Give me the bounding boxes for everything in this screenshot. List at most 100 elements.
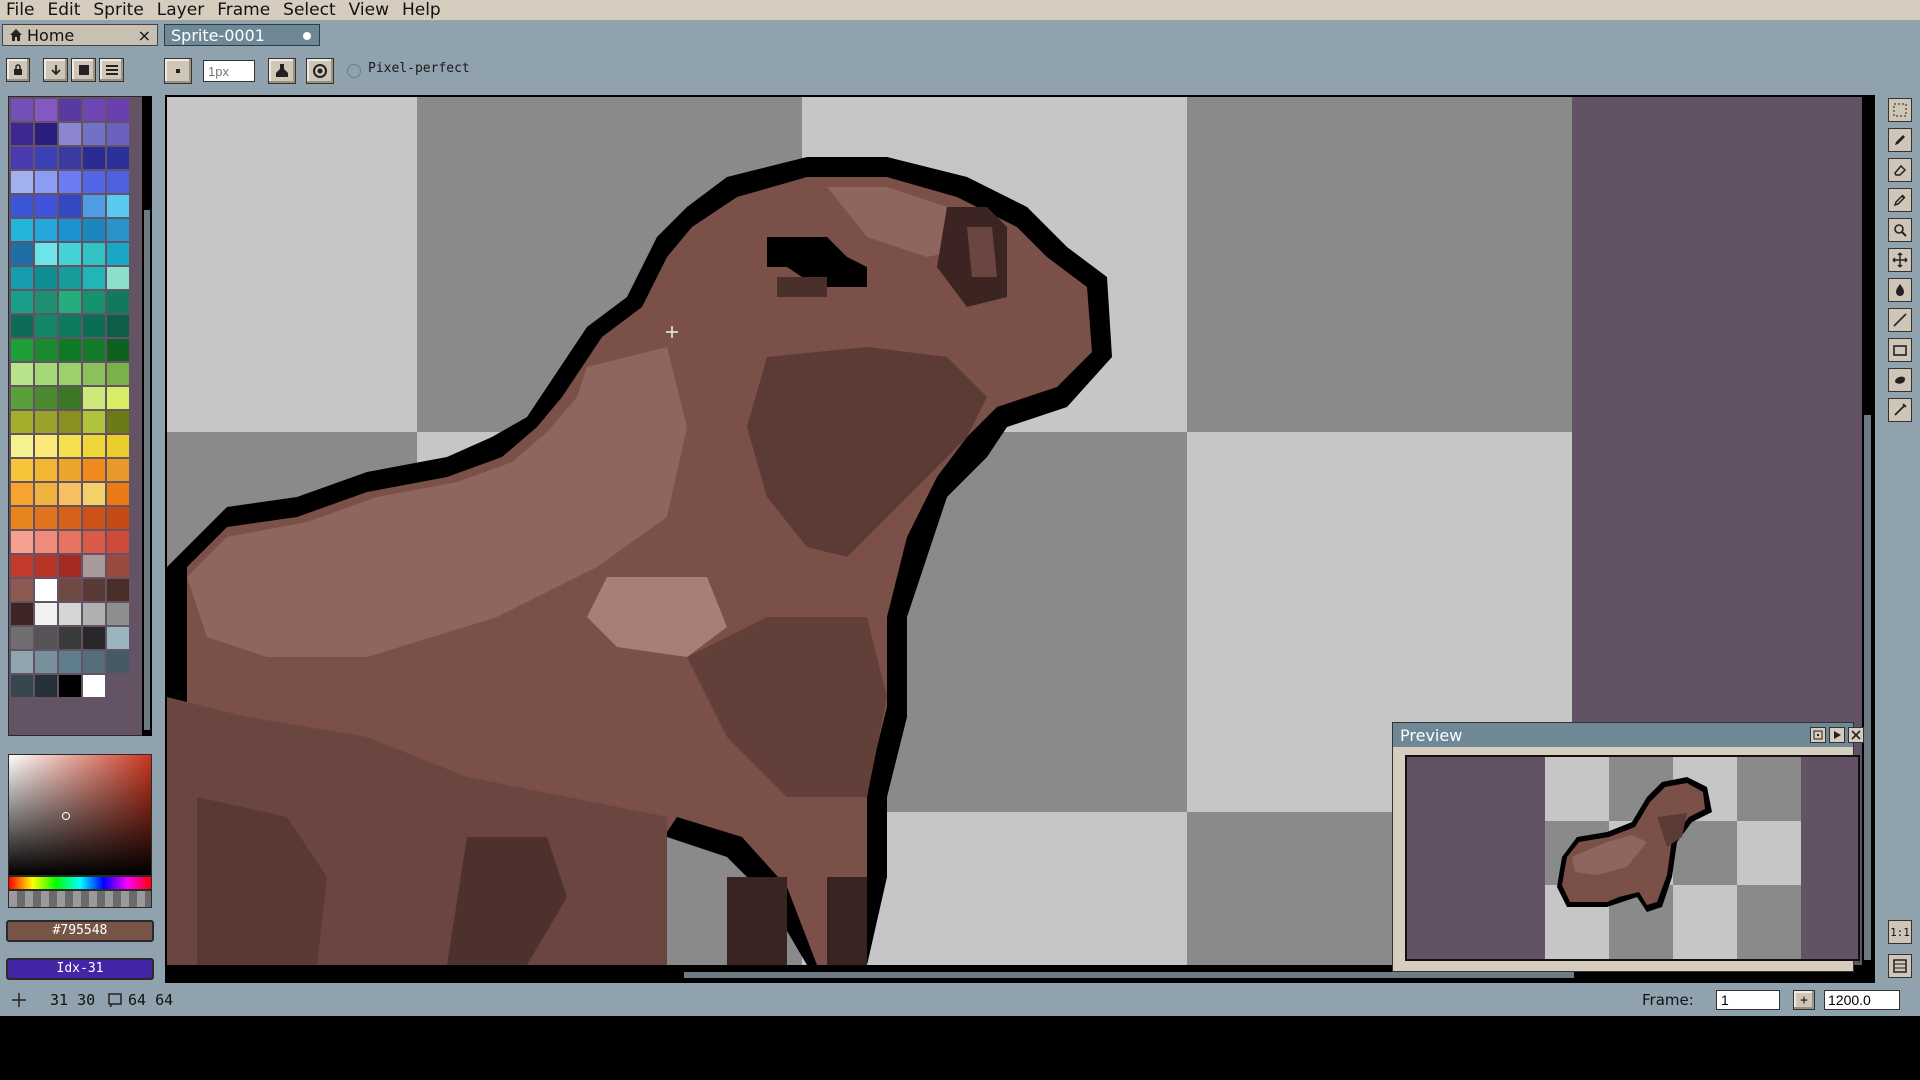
- pixel-perfect-checkbox[interactable]: [347, 64, 361, 78]
- palette-swatch[interactable]: [35, 507, 57, 529]
- palette-swatch[interactable]: [83, 291, 105, 313]
- palette-swatch[interactable]: [11, 555, 33, 577]
- palette-swatch[interactable]: [83, 555, 105, 577]
- palette-swatch[interactable]: [83, 603, 105, 625]
- palette-swatch[interactable]: [11, 243, 33, 265]
- palette-swatch[interactable]: [59, 579, 81, 601]
- palette-swatch[interactable]: [107, 627, 129, 649]
- palette-swatch[interactable]: [35, 459, 57, 481]
- palette-swatch[interactable]: [83, 123, 105, 145]
- lock-button[interactable]: [6, 58, 30, 82]
- horizontal-scroll-thumb[interactable]: [684, 972, 1574, 978]
- palette-swatch[interactable]: [59, 675, 81, 697]
- palette-swatch[interactable]: [11, 123, 33, 145]
- palette-swatch[interactable]: [11, 291, 33, 313]
- timeline-button[interactable]: [1888, 954, 1912, 978]
- palette-swatch[interactable]: [35, 339, 57, 361]
- palette-swatch[interactable]: [107, 147, 129, 169]
- tool-blur[interactable]: [1888, 398, 1912, 422]
- palette-swatch[interactable]: [35, 147, 57, 169]
- palette-swatch[interactable]: [11, 219, 33, 241]
- tool-line[interactable]: [1888, 308, 1912, 332]
- tool-marquee[interactable]: [1888, 98, 1912, 122]
- palette-swatch[interactable]: [11, 627, 33, 649]
- color-picker-handle[interactable]: [62, 812, 70, 820]
- palette-swatch[interactable]: [83, 339, 105, 361]
- palette-swatch[interactable]: [59, 219, 81, 241]
- palette-swatch[interactable]: [11, 459, 33, 481]
- palette-swatch[interactable]: [11, 651, 33, 673]
- zoom-input[interactable]: [1824, 990, 1900, 1010]
- menu-layer[interactable]: Layer: [151, 0, 211, 20]
- tool-rectangle[interactable]: [1888, 338, 1912, 362]
- palette-swatch[interactable]: [35, 291, 57, 313]
- menu-frame[interactable]: Frame: [211, 0, 277, 20]
- palette-swatch[interactable]: [35, 579, 57, 601]
- palette-swatch[interactable]: [107, 603, 129, 625]
- palette-swatch[interactable]: [35, 555, 57, 577]
- palette-swatch[interactable]: [35, 99, 57, 121]
- import-button[interactable]: [43, 58, 68, 82]
- tool-move[interactable]: [1888, 248, 1912, 272]
- menu-edit[interactable]: Edit: [41, 0, 87, 20]
- palette-swatch[interactable]: [11, 531, 33, 553]
- palette-swatch[interactable]: [83, 147, 105, 169]
- palette-swatch[interactable]: [59, 507, 81, 529]
- palette-swatch[interactable]: [83, 315, 105, 337]
- alpha-slider[interactable]: [8, 890, 152, 908]
- palette-swatch[interactable]: [107, 195, 129, 217]
- bg-color-index[interactable]: Idx-31: [6, 958, 154, 980]
- vertical-scroll-thumb[interactable]: [1864, 415, 1871, 960]
- palette-swatch[interactable]: [107, 435, 129, 457]
- palette-swatch[interactable]: [35, 603, 57, 625]
- palette-swatch[interactable]: [11, 483, 33, 505]
- palette-swatch[interactable]: [35, 219, 57, 241]
- palette-swatch[interactable]: [35, 411, 57, 433]
- palette-swatch[interactable]: [35, 123, 57, 145]
- ink-button[interactable]: [268, 58, 296, 84]
- palette-swatch[interactable]: [59, 651, 81, 673]
- palette-swatch[interactable]: [83, 195, 105, 217]
- palette-swatch[interactable]: [11, 99, 33, 121]
- palette-swatch[interactable]: [11, 195, 33, 217]
- palette-swatch[interactable]: [11, 147, 33, 169]
- palette-swatch[interactable]: [83, 267, 105, 289]
- palette-swatch[interactable]: [59, 291, 81, 313]
- dynamics-button[interactable]: [306, 58, 334, 84]
- palette-swatch[interactable]: [35, 651, 57, 673]
- palette-swatch[interactable]: [83, 627, 105, 649]
- palette-swatch[interactable]: [107, 507, 129, 529]
- tool-contour[interactable]: [1888, 368, 1912, 392]
- add-frame-button[interactable]: +: [1793, 990, 1815, 1010]
- preview-close-button[interactable]: [1848, 727, 1864, 743]
- palette-swatch[interactable]: [83, 99, 105, 121]
- palette-swatch[interactable]: [35, 483, 57, 505]
- palette-swatch[interactable]: [35, 435, 57, 457]
- palette-swatch[interactable]: [107, 267, 129, 289]
- palette-swatch[interactable]: [59, 483, 81, 505]
- palette-swatch[interactable]: [35, 387, 57, 409]
- menu-button[interactable]: [99, 58, 124, 82]
- palette-swatch[interactable]: [107, 459, 129, 481]
- palette-swatch[interactable]: [107, 99, 129, 121]
- palette-swatch[interactable]: [11, 435, 33, 457]
- palette-swatch[interactable]: [83, 459, 105, 481]
- palette-swatch[interactable]: [35, 531, 57, 553]
- tab-home[interactable]: Home ×: [2, 24, 158, 46]
- tool-pencil[interactable]: [1888, 128, 1912, 152]
- palette-swatch[interactable]: [59, 171, 81, 193]
- palette-swatch[interactable]: [35, 171, 57, 193]
- palette-swatch[interactable]: [59, 459, 81, 481]
- palette-swatch[interactable]: [107, 243, 129, 265]
- palette-swatch[interactable]: [11, 339, 33, 361]
- palette-swatch[interactable]: [83, 171, 105, 193]
- palette-swatch[interactable]: [35, 675, 57, 697]
- menu-sprite[interactable]: Sprite: [87, 0, 150, 20]
- palette-swatch[interactable]: [83, 435, 105, 457]
- palette-swatch[interactable]: [107, 315, 129, 337]
- tool-eraser[interactable]: [1888, 158, 1912, 182]
- menu-view[interactable]: View: [343, 0, 396, 20]
- palette-swatch[interactable]: [59, 363, 81, 385]
- palette-swatch[interactable]: [83, 579, 105, 601]
- actual-size-button[interactable]: 1:1: [1888, 920, 1912, 944]
